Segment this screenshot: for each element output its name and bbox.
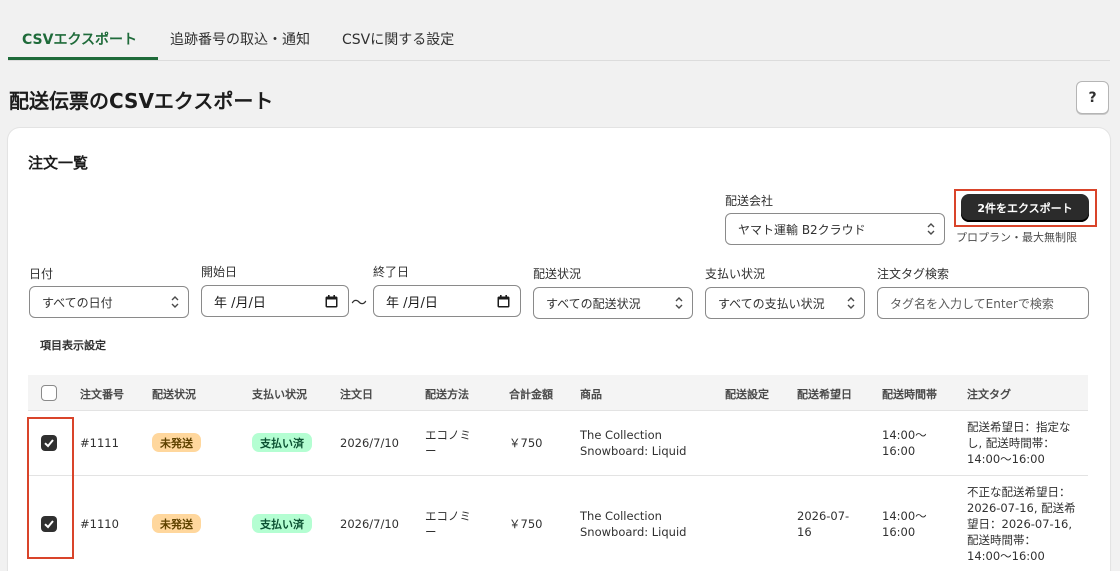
wish-date: 2026-07-16	[797, 509, 850, 539]
product-name: The Collection Snowboard: Liquid	[580, 428, 687, 458]
ship-status-label: 配送状況	[533, 267, 582, 281]
column-settings-link[interactable]: 項目表示設定	[40, 337, 106, 353]
ship-status-select[interactable]: すべての配送状況	[533, 287, 693, 319]
calendar-icon[interactable]	[497, 295, 510, 308]
calendar-icon[interactable]	[325, 295, 338, 308]
active-tab-indicator	[8, 57, 158, 60]
tab-bar: CSVエクスポート 追跡番号の取込・通知 CSVに関する設定	[8, 0, 1110, 61]
ship-status-badge: 未発送	[152, 514, 201, 533]
header-ship-method: 配送方法	[425, 388, 469, 401]
header-pay-status: 支払い状況	[252, 388, 307, 401]
tab-csv-settings[interactable]: CSVに関する設定	[342, 29, 454, 49]
page-title: 配送伝票のCSVエクスポート	[9, 89, 274, 113]
header-time-slot: 配送時間帯	[882, 388, 937, 401]
pay-status-select[interactable]: すべての支払い状況	[705, 287, 865, 319]
header-order-number: 注文番号	[80, 388, 124, 401]
end-date-input[interactable]: 年 /月/日	[373, 285, 521, 317]
chevron-updown-icon	[675, 297, 683, 309]
chevron-updown-icon	[847, 297, 855, 309]
table-header: 注文番号 配送状況 支払い状況 注文日 配送方法 合計金額 商品 配送設定 配送…	[28, 375, 1088, 411]
selected-rows-highlight-box	[27, 417, 74, 559]
start-date-value: 年 /月/日	[214, 295, 266, 311]
date-filter-value: すべての日付	[42, 295, 113, 310]
start-date-input[interactable]: 年 /月/日	[201, 285, 349, 317]
table-row[interactable]: #1110 未発送 支払い済 2026/7/10 エコノミー ￥750 The …	[28, 476, 1088, 571]
pay-status-badge: 支払い済	[252, 514, 312, 533]
order-total: ￥750	[509, 517, 543, 531]
header-wish-date: 配送希望日	[797, 388, 852, 401]
header-ship-setting: 配送設定	[725, 388, 769, 401]
order-number[interactable]: #1111	[80, 435, 119, 451]
date-range-separator: 〜	[351, 293, 368, 312]
tag-search-placeholder: タグ名を入力してEnterで検索	[890, 296, 1054, 311]
product-name: The Collection Snowboard: Liquid	[580, 509, 687, 539]
carrier-select[interactable]: ヤマト運輸 B2クラウド	[725, 213, 945, 245]
order-total: ￥750	[509, 436, 543, 450]
order-tags: 不正な配送希望日：2026-07-16, 配送希望日：2026-07-16, 配…	[967, 485, 1076, 563]
ship-status-value: すべての配送状況	[546, 296, 641, 311]
order-tags: 配送希望日：指定なし, 配送時間帯：14:00〜16:00	[967, 420, 1071, 466]
time-slot: 14:00〜16:00	[882, 509, 927, 539]
carrier-label: 配送会社	[725, 194, 774, 208]
header-order-tags: 注文タグ	[967, 388, 1011, 401]
export-button[interactable]: 2件をエクスポート	[961, 194, 1089, 222]
orders-card: 注文一覧 配送会社 ヤマト運輸 B2クラウド 2件をエクスポート プロプラン・最…	[8, 128, 1110, 571]
end-date-label: 終了日	[373, 265, 410, 279]
chevron-updown-icon	[927, 223, 935, 235]
help-button[interactable]: ?	[1076, 81, 1109, 114]
pay-status-badge: 支払い済	[252, 433, 312, 452]
start-date-label: 開始日	[201, 265, 238, 279]
order-number[interactable]: #1110	[80, 516, 119, 532]
order-date: 2026/7/10	[340, 436, 399, 450]
order-date: 2026/7/10	[340, 517, 399, 531]
end-date-value: 年 /月/日	[386, 295, 438, 311]
header-product: 商品	[580, 388, 602, 401]
date-filter-label: 日付	[29, 267, 54, 281]
table-row[interactable]: #1111 未発送 支払い済 2026/7/10 エコノミー ￥750 The …	[28, 411, 1088, 476]
tab-tracking-import[interactable]: 追跡番号の取込・通知	[170, 29, 310, 49]
ship-method: エコノミー	[425, 509, 471, 539]
time-slot: 14:00〜16:00	[882, 428, 927, 458]
carrier-select-value: ヤマト運輸 B2クラウド	[738, 222, 866, 237]
tag-search-input[interactable]: タグ名を入力してEnterで検索	[877, 287, 1089, 319]
chevron-updown-icon	[171, 296, 179, 308]
header-total: 合計金額	[509, 388, 553, 401]
pay-status-value: すべての支払い状況	[718, 296, 825, 311]
select-all-checkbox[interactable]	[41, 385, 57, 401]
tag-search-label: 注文タグ検索	[877, 267, 950, 281]
ship-method: エコノミー	[425, 428, 471, 458]
tab-csv-export[interactable]: CSVエクスポート	[22, 29, 137, 49]
date-filter-select[interactable]: すべての日付	[29, 286, 189, 318]
pay-status-label: 支払い状況	[705, 267, 766, 281]
header-ship-status: 配送状況	[152, 388, 196, 401]
plan-note: プロプラン・最大無制限	[956, 231, 1077, 244]
card-title: 注文一覧	[28, 154, 89, 172]
ship-status-badge: 未発送	[152, 433, 201, 452]
header-order-date: 注文日	[340, 388, 373, 401]
